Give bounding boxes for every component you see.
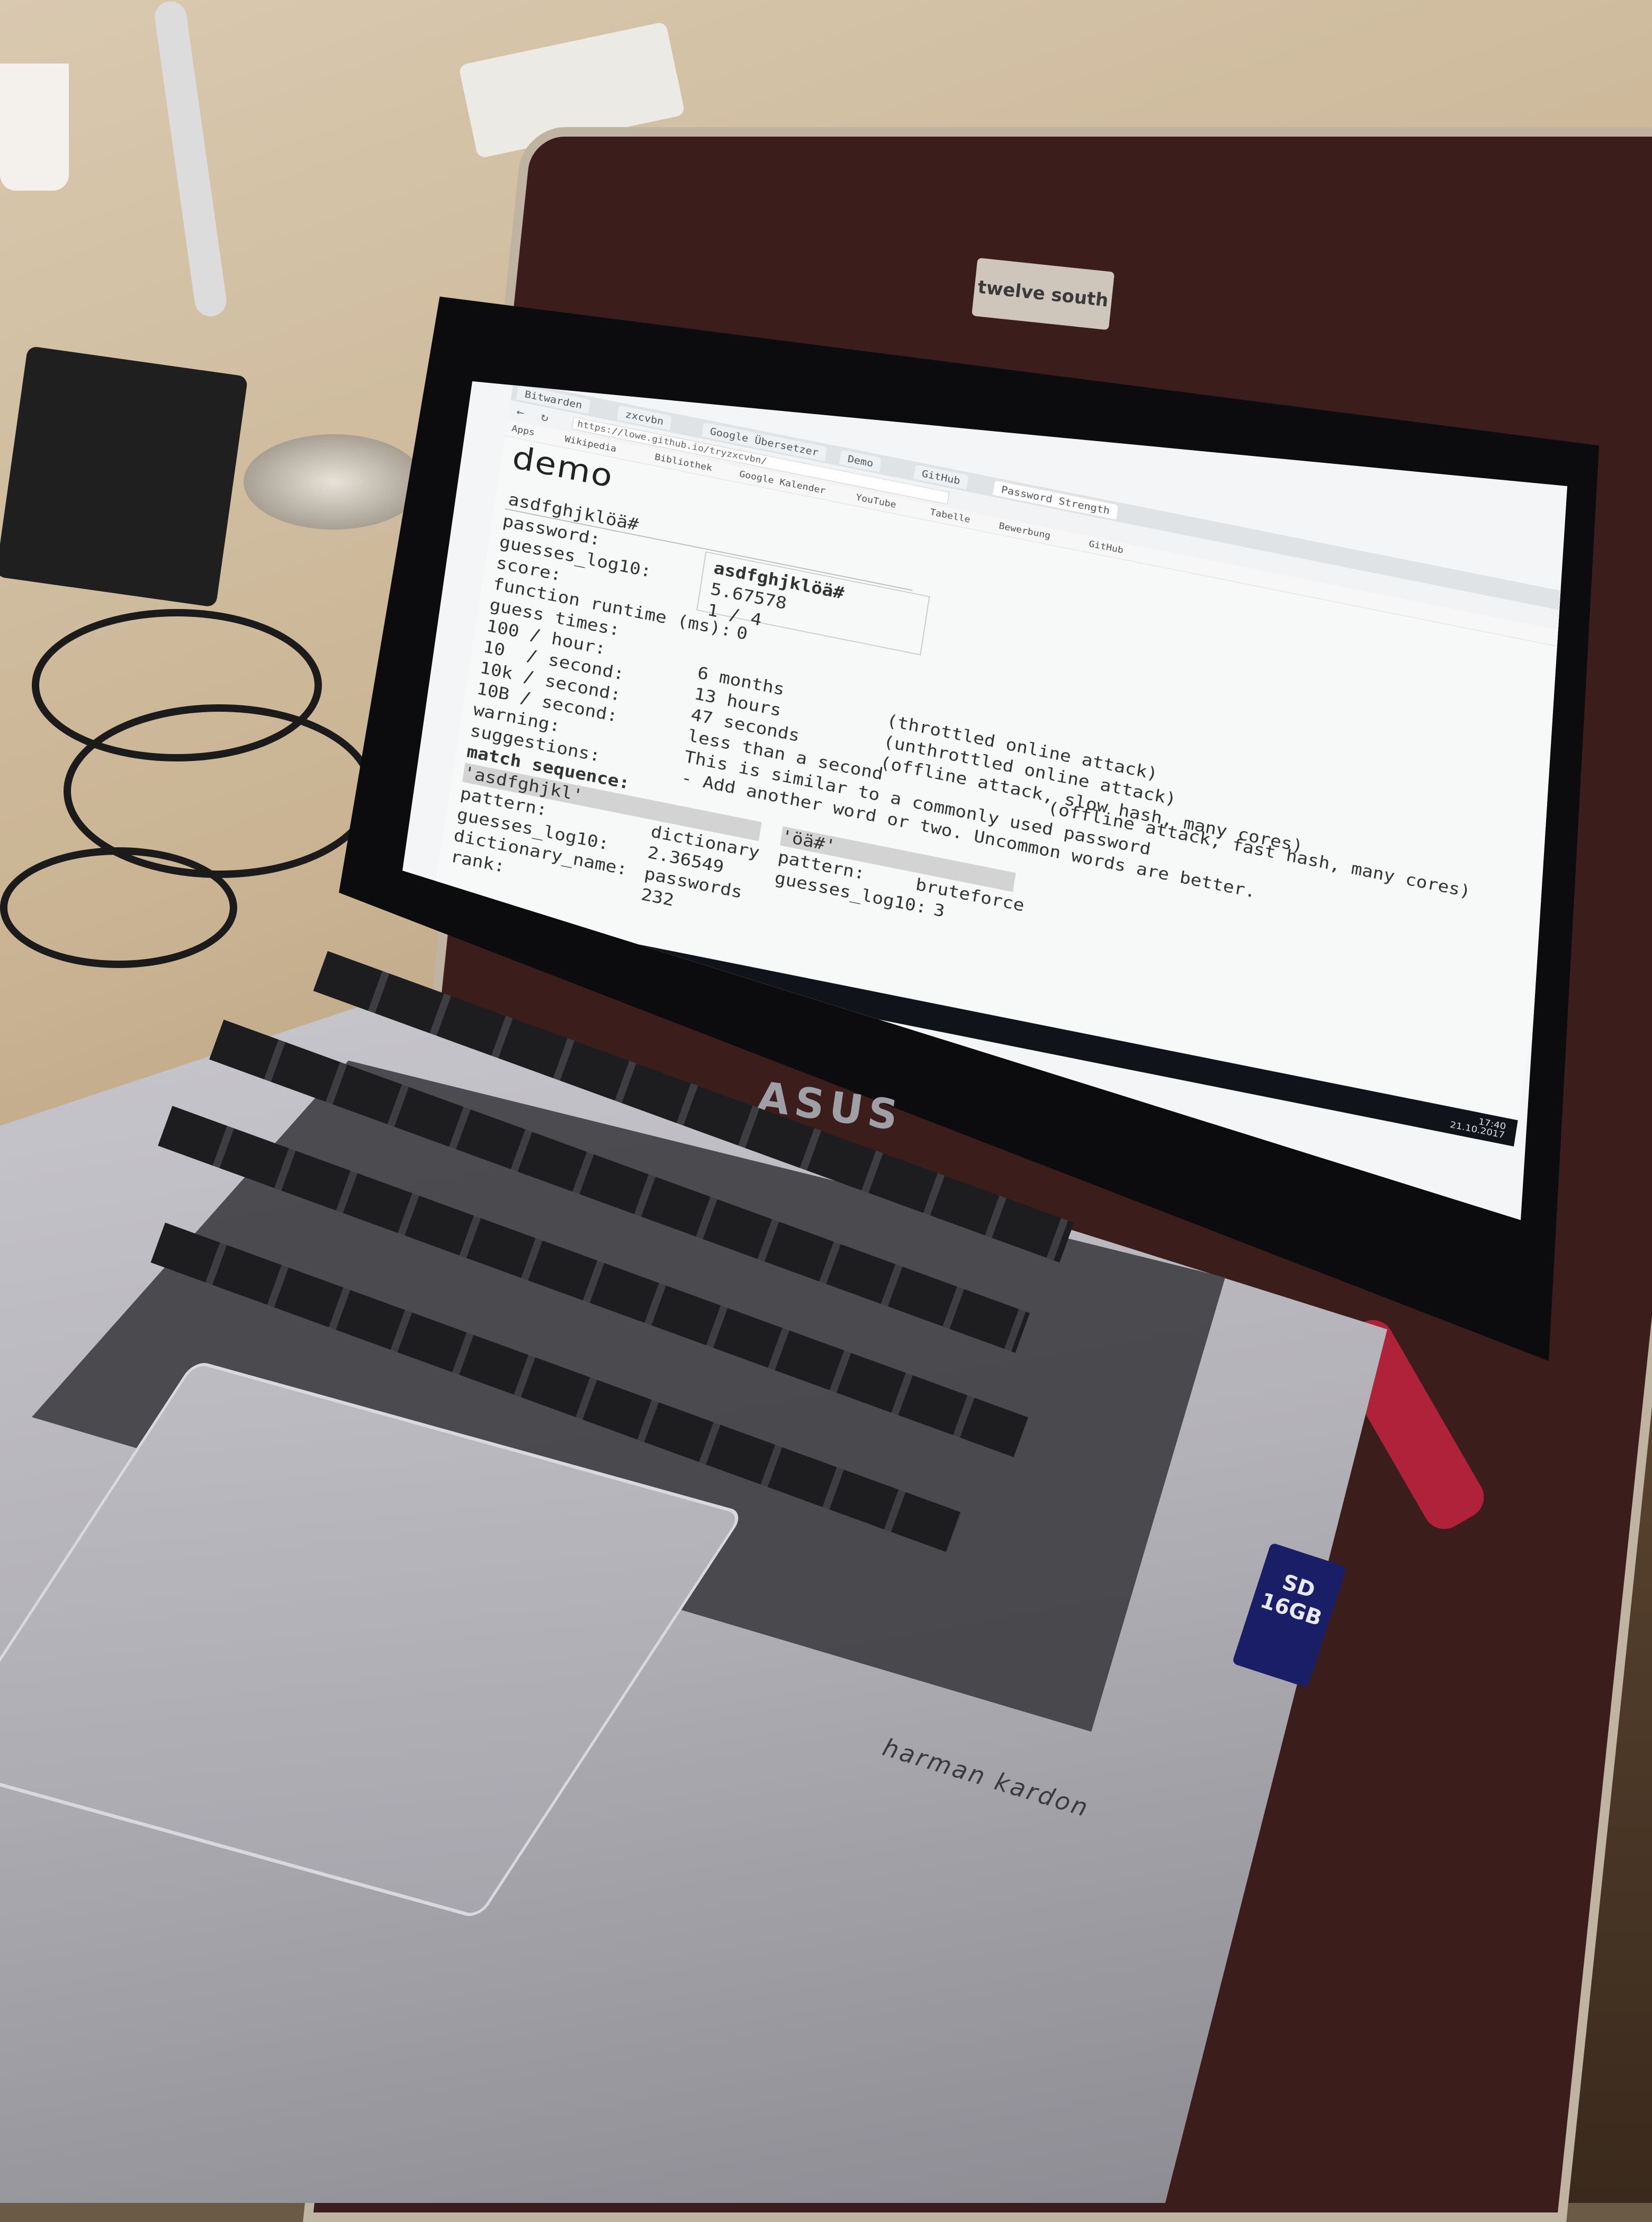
match-field-value: 232 [640,884,676,911]
back-icon[interactable]: ← [516,405,525,419]
coffee-mug [0,64,69,191]
system-tray-clock[interactable]: 17:40 21.10.2017 [1449,1112,1507,1140]
bookmark[interactable]: Apps [511,423,535,438]
field-value: 0 [735,623,749,644]
match-field-value: 3 [932,900,946,921]
cable-loop [0,847,237,968]
desk-lamp-base [244,434,424,530]
bookmark[interactable]: GitHub [1088,539,1124,556]
reload-icon[interactable]: ↻ [540,409,550,424]
power-adapter [0,345,248,608]
